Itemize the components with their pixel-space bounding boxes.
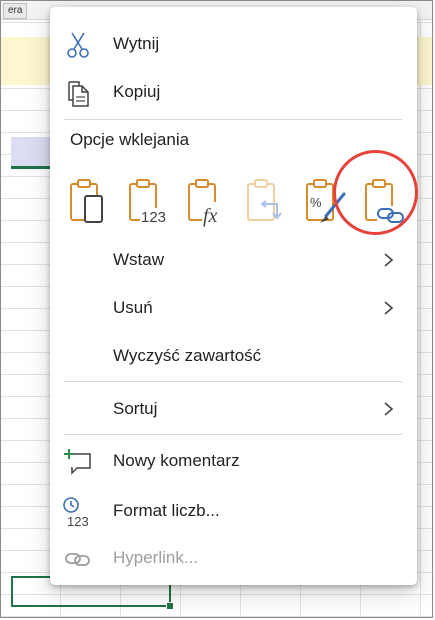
paste-option[interactable]: 123 <box>125 172 173 232</box>
cut-label: Wytnij <box>113 34 160 53</box>
copy-menu-item[interactable]: Kopiuj <box>50 72 417 112</box>
chevron-right-icon <box>384 402 394 416</box>
clear-contents-label: Wyczyść zawartość <box>113 346 262 365</box>
paste-values-icon: 123 <box>129 179 170 226</box>
sort-menu-item[interactable]: Sortuj <box>50 389 417 429</box>
menu-separator <box>64 381 402 382</box>
paste-option-disabled <box>243 172 291 232</box>
new-comment-icon <box>63 447 93 477</box>
clear-contents-menu-item[interactable]: Wyczyść zawartość <box>50 336 417 376</box>
new-comment-label: Nowy komentarz <box>113 451 240 470</box>
scissors-icon <box>63 30 93 60</box>
insert-label: Wstaw <box>113 250 164 269</box>
hyperlink-label: Hyperlink... <box>113 548 199 567</box>
menu-separator <box>64 119 402 120</box>
paste-values-badge: 123 <box>141 209 166 226</box>
paste-option[interactable] <box>66 172 114 232</box>
number-format-label: Format liczb... <box>113 501 220 520</box>
paste-formulas-badge: fx <box>203 205 218 227</box>
number-format-icon: 123 <box>63 497 93 529</box>
paste-option[interactable]: fx <box>184 172 232 232</box>
paste-transpose-icon <box>247 179 282 221</box>
paste-option-link[interactable] <box>361 172 409 232</box>
hyperlink-menu-item: Hyperlink... <box>50 538 417 578</box>
new-comment-menu-item[interactable]: Nowy komentarz <box>50 441 417 481</box>
delete-label: Usuń <box>113 298 153 317</box>
context-menu: Wytnij Kopiuj Opcje wklejania 123 fx % W… <box>50 7 418 585</box>
svg-text:%: % <box>310 195 322 210</box>
paste-formatting-icon: % <box>306 179 346 223</box>
hyperlink-icon <box>63 544 93 574</box>
chevron-right-icon <box>384 301 394 315</box>
number-format-icon-text: 123 <box>67 514 89 529</box>
shaded-cell <box>11 137 53 167</box>
cut-menu-item[interactable]: Wytnij <box>50 24 417 64</box>
paste-link-icon <box>365 179 405 224</box>
copy-label: Kopiuj <box>113 82 161 101</box>
insert-menu-item[interactable]: Wstaw <box>50 240 417 280</box>
cell-label: era <box>3 3 28 19</box>
copy-icon <box>63 78 93 108</box>
paste-icon <box>70 179 103 223</box>
paste-option[interactable]: % <box>302 172 350 232</box>
paste-options-heading: Opcje wklejania <box>70 130 190 149</box>
chevron-right-icon <box>384 253 394 267</box>
number-format-menu-item[interactable]: 123 Format liczb... <box>50 491 417 531</box>
paste-formulas-icon: fx <box>188 179 228 227</box>
sort-label: Sortuj <box>113 399 158 418</box>
delete-menu-item[interactable]: Usuń <box>50 288 417 328</box>
fill-handle[interactable] <box>166 602 174 610</box>
menu-separator <box>64 434 402 435</box>
paste-options-row: 123 fx % <box>50 172 417 232</box>
